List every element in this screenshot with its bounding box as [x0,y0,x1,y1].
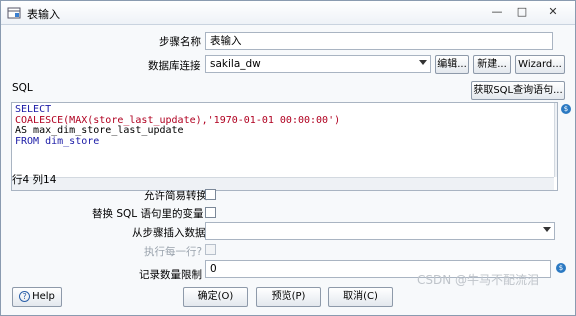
edit-connection-button[interactable]: 编辑... [435,55,469,74]
ok-button[interactable]: 确定(O) [183,287,248,307]
new-connection-button[interactable]: 新建... [473,55,511,74]
sql-line: AS max_dim_store_last_update [15,125,184,136]
info-icon: $ [561,104,571,114]
sql-editor[interactable]: SELECT COALESCE(MAX(store_last_update),'… [11,102,558,191]
connection-label: 数据库连接 [148,60,201,72]
insert-from-step-label: 从步骤插入数据 [132,227,206,239]
preview-button[interactable]: 预览(P) [256,287,321,307]
cancel-button[interactable]: 取消(C) [328,287,393,307]
replace-vars-label: 替换 SQL 语句里的变量 [92,208,204,220]
sql-label: SQL [12,82,33,94]
step-name-input[interactable]: 表输入 [205,32,553,50]
insert-from-step-select[interactable] [205,222,555,240]
help-button[interactable]: ? Help [12,287,62,307]
watermark: CSDN @牛马不配流泪 [417,273,540,287]
maximize-button[interactable]: □ [513,4,531,20]
help-icon: ? [19,291,31,302]
title-bar: 表输入 — □ ✕ [1,1,575,25]
execute-each-row-checkbox[interactable] [205,244,216,255]
row-limit-label: 记录数量限制 [139,269,202,281]
connection-value: sakila_dw [210,58,261,70]
sql-line: SELECT [15,104,52,115]
help-label: Help [32,291,55,302]
sql-line: FROM dim_store [15,135,100,147]
wizard-button[interactable]: Wizard... [515,55,565,74]
get-sql-button[interactable]: 获取SQL查询语句... [471,81,565,100]
close-button[interactable]: ✕ [544,4,562,20]
minimize-button[interactable]: — [488,4,506,20]
chevron-down-icon[interactable] [543,227,551,232]
execute-each-row-label: 执行每一行? [144,246,203,258]
connection-select[interactable]: sakila_dw [205,55,431,73]
lazy-conversion-label: 允许简易转换 [144,190,207,202]
chevron-down-icon[interactable] [419,60,427,65]
replace-vars-checkbox[interactable] [205,207,216,218]
info-icon: $ [556,263,566,273]
step-name-label: 步骤名称 [159,36,201,48]
vertical-scrollbar[interactable] [554,103,557,177]
cursor-position: 行4 列14 [12,174,57,186]
horizontal-scrollbar[interactable] [12,177,554,190]
table-input-dialog: 表输入 — □ ✕ 步骤名称 表输入 数据库连接 sakila_dw 编辑...… [0,0,576,316]
lazy-conversion-checkbox[interactable] [205,189,216,200]
table-input-icon [7,7,21,19]
window-title: 表输入 [27,8,60,21]
